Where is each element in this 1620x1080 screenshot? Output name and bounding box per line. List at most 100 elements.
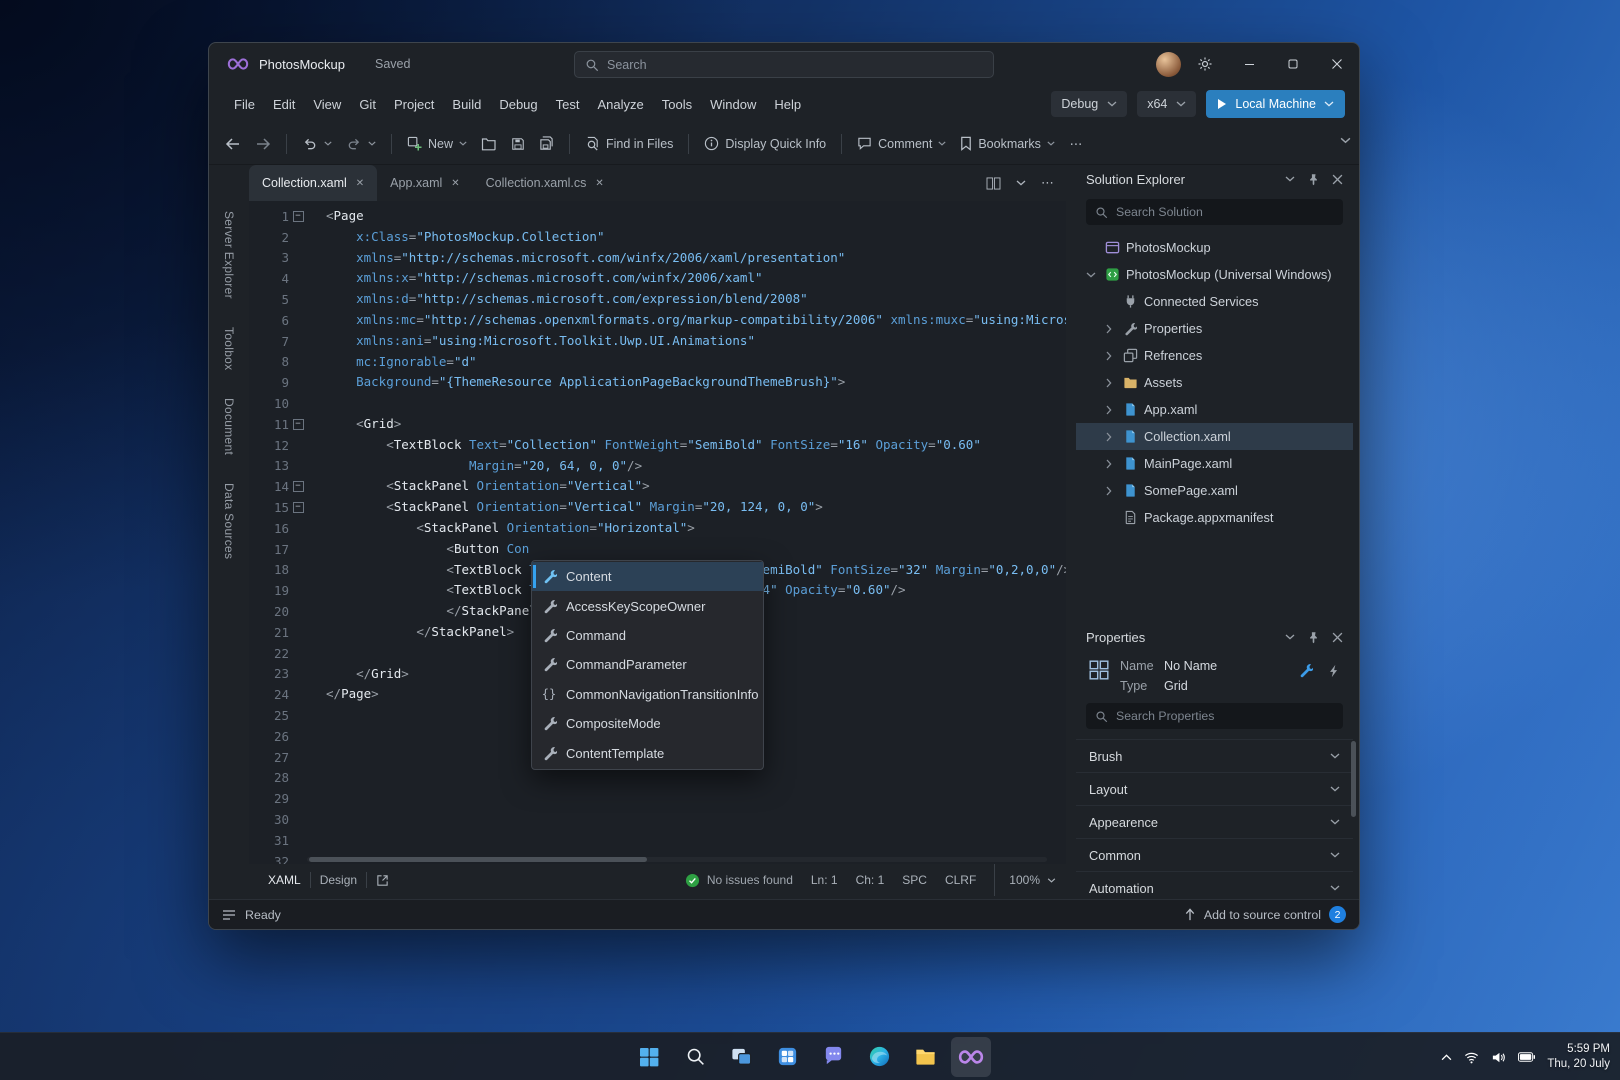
tree-item-photosmockup-universal-windows[interactable]: PhotosMockup (Universal Windows) <box>1076 261 1353 288</box>
toolbar-overflow-chevron-icon[interactable] <box>1340 137 1351 144</box>
save-button[interactable] <box>505 130 531 158</box>
panel-scrollbar-thumb[interactable] <box>1351 741 1356 817</box>
toolbar-more-button[interactable]: ⋯ <box>1063 130 1089 158</box>
issues-status[interactable]: No issues found <box>685 873 793 888</box>
split-editor-icon[interactable] <box>986 177 1001 190</box>
line-ending-indicator[interactable]: CLRF <box>945 873 976 887</box>
prop-section-appearence[interactable]: Appearence <box>1076 805 1353 838</box>
code-line[interactable]: 12 <TextBlock Text="Collection" FontWeig… <box>249 435 1066 456</box>
tree-item-photosmockup[interactable]: PhotosMockup <box>1076 234 1353 261</box>
chevron-right-icon[interactable] <box>1102 351 1116 361</box>
code-line[interactable]: 6 xmlns:mc="http://schemas.openxmlformat… <box>249 310 1066 331</box>
menu-build[interactable]: Build <box>443 92 490 117</box>
scrollbar-thumb[interactable] <box>309 857 647 862</box>
chevron-right-icon[interactable] <box>1102 324 1116 334</box>
code-line[interactable]: 3 xmlns="http://schemas.microsoft.com/wi… <box>249 248 1066 269</box>
zoom-control[interactable]: 100% <box>994 864 1056 896</box>
tree-item-package-appxmanifest[interactable]: Package.appxmanifest <box>1076 504 1353 531</box>
chevron-down-icon[interactable] <box>1084 272 1098 278</box>
fold-collapse-icon[interactable]: − <box>289 419 307 430</box>
wifi-icon[interactable] <box>1464 1050 1479 1065</box>
code-line[interactable]: 17 <Button Con <box>249 539 1066 560</box>
code-line[interactable]: 8 mc:Ignorable="d" <box>249 352 1066 373</box>
fold-collapse-icon[interactable]: − <box>289 502 307 513</box>
menu-test[interactable]: Test <box>547 92 589 117</box>
code-line[interactable]: 28 <box>249 768 1066 789</box>
pin-icon[interactable] <box>1307 631 1320 644</box>
menu-edit[interactable]: Edit <box>264 92 304 117</box>
prop-section-brush[interactable]: Brush <box>1076 739 1353 772</box>
prop-section-layout[interactable]: Layout <box>1076 772 1353 805</box>
taskbar-task-view[interactable] <box>721 1037 761 1077</box>
taskbar-clock[interactable]: 5:59 PM Thu, 20 July <box>1547 1042 1610 1072</box>
minimize-button[interactable] <box>1227 43 1271 85</box>
bookmarks-button[interactable]: Bookmarks <box>954 130 1061 158</box>
chevron-right-icon[interactable] <box>1102 405 1116 415</box>
menu-analyze[interactable]: Analyze <box>588 92 652 117</box>
close-tab-icon[interactable]: ✕ <box>356 178 364 189</box>
code-line[interactable]: 31 <box>249 830 1066 851</box>
line-indicator[interactable]: Ln: 1 <box>811 873 838 887</box>
solution-search-input[interactable] <box>1116 205 1334 219</box>
code-line[interactable]: 13 Margin="20, 64, 0, 0"/> <box>249 456 1066 477</box>
new-item-button[interactable]: New <box>401 130 473 158</box>
tab-options-ellipsis-icon[interactable]: ⋯ <box>1041 175 1054 191</box>
code-line[interactable]: 5 xmlns:d="http://schemas.microsoft.com/… <box>249 289 1066 310</box>
tree-item-mainpage-xaml[interactable]: MainPage.xaml <box>1076 450 1353 477</box>
code-line[interactable]: 7 xmlns:ani="using:Microsoft.Toolkit.Uwp… <box>249 331 1066 352</box>
chevron-right-icon[interactable] <box>1102 378 1116 388</box>
side-tab-document[interactable]: Document <box>222 398 236 455</box>
pin-icon[interactable] <box>1307 173 1320 186</box>
battery-icon[interactable] <box>1518 1052 1535 1062</box>
menu-project[interactable]: Project <box>385 92 443 117</box>
taskbar-search[interactable] <box>675 1037 715 1077</box>
maximize-button[interactable] <box>1271 43 1315 85</box>
spaces-indicator[interactable]: SPC <box>902 873 927 887</box>
quick-info-button[interactable]: Display Quick Info <box>698 130 832 158</box>
taskbar-edge[interactable] <box>859 1037 899 1077</box>
tree-item-properties[interactable]: Properties <box>1076 315 1353 342</box>
tree-item-app-xaml[interactable]: App.xaml <box>1076 396 1353 423</box>
intellisense-item-compositemode[interactable]: CompositeMode <box>532 709 763 738</box>
taskbar-widgets[interactable] <box>767 1037 807 1077</box>
fold-collapse-icon[interactable]: − <box>289 211 307 222</box>
intellisense-item-contenttemplate[interactable]: ContentTemplate <box>532 738 763 767</box>
taskbar-file-explorer[interactable] <box>905 1037 945 1077</box>
find-in-files-button[interactable]: Find in Files <box>579 130 679 158</box>
redo-button[interactable] <box>340 130 382 158</box>
tree-item-refrences[interactable]: Refrences <box>1076 342 1353 369</box>
save-all-button[interactable] <box>533 130 560 158</box>
code-line[interactable]: 30 <box>249 809 1066 830</box>
global-search-box[interactable] <box>574 51 994 78</box>
code-line[interactable]: 10 <box>249 393 1066 414</box>
taskbar-visual-studio[interactable] <box>951 1037 991 1077</box>
code-line[interactable]: 14− <StackPanel Orientation="Vertical"> <box>249 476 1066 497</box>
intellisense-item-commonnavigationtransitioninfo[interactable]: {}CommonNavigationTransitionInfo <box>532 680 763 709</box>
menu-help[interactable]: Help <box>765 92 810 117</box>
properties-search-box[interactable] <box>1086 703 1343 729</box>
properties-wrench-icon[interactable] <box>1298 663 1313 678</box>
volume-icon[interactable] <box>1491 1050 1506 1065</box>
intellisense-item-command[interactable]: Command <box>532 621 763 650</box>
configuration-dropdown[interactable]: Debug <box>1051 91 1127 117</box>
menu-git[interactable]: Git <box>350 92 385 117</box>
tree-item-collection-xaml[interactable]: Collection.xaml <box>1076 423 1353 450</box>
platform-dropdown[interactable]: x64 <box>1137 91 1196 117</box>
code-line[interactable]: 15− <StackPanel Orientation="Vertical" M… <box>249 497 1066 518</box>
chevron-right-icon[interactable] <box>1102 432 1116 442</box>
name-value[interactable]: No Name <box>1164 659 1217 673</box>
settings-gear-icon[interactable] <box>1197 56 1213 72</box>
menu-tools[interactable]: Tools <box>653 92 701 117</box>
menu-debug[interactable]: Debug <box>490 92 546 117</box>
code-line[interactable]: 4 xmlns:x="http://schemas.microsoft.com/… <box>249 268 1066 289</box>
code-line[interactable]: 29 <box>249 788 1066 809</box>
chevron-down-icon[interactable] <box>1016 180 1026 186</box>
menu-window[interactable]: Window <box>701 92 765 117</box>
side-tab-toolbox[interactable]: Toolbox <box>222 327 236 370</box>
user-avatar[interactable] <box>1156 52 1181 77</box>
navigate-forward-button[interactable] <box>249 130 277 158</box>
design-view-tab[interactable]: Design <box>311 873 366 887</box>
editor-horizontal-scrollbar[interactable] <box>307 857 1047 862</box>
taskbar-start[interactable] <box>629 1037 669 1077</box>
properties-search-input[interactable] <box>1116 709 1334 723</box>
